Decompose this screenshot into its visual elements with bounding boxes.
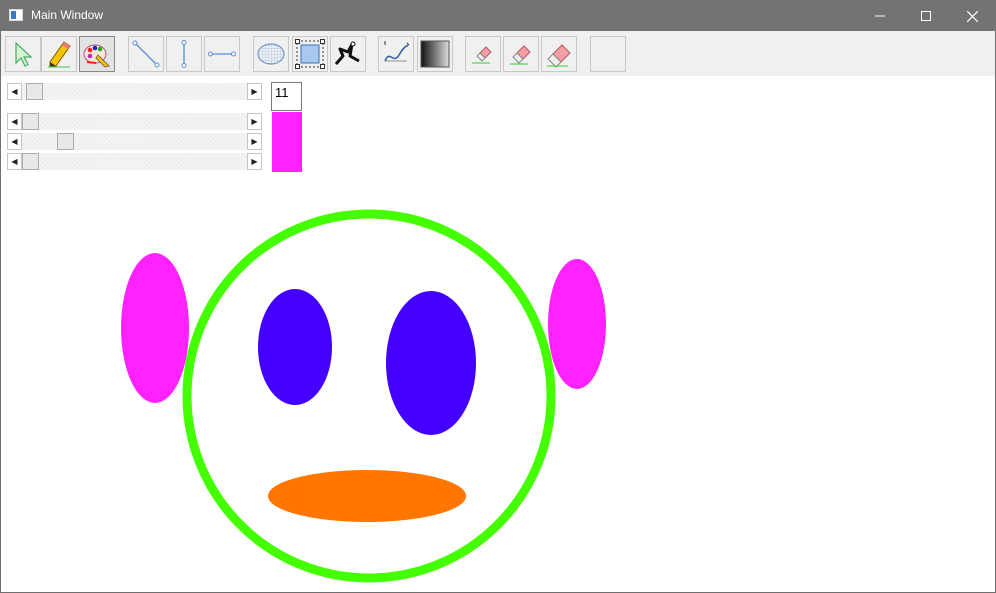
drawing-canvas[interactable] — [1, 1, 995, 592]
right-ear-shape[interactable] — [548, 259, 606, 389]
main-window: Main Window ◀ ▶ 11 ◀ ▶ ◀ ▶ ◀ ▶ — [0, 0, 996, 593]
mouth-shape[interactable] — [268, 470, 466, 522]
left-eye-shape[interactable] — [258, 289, 332, 405]
face-outline-circle[interactable] — [182, 209, 556, 583]
right-eye-shape[interactable] — [386, 291, 476, 435]
left-ear-shape[interactable] — [121, 253, 189, 403]
